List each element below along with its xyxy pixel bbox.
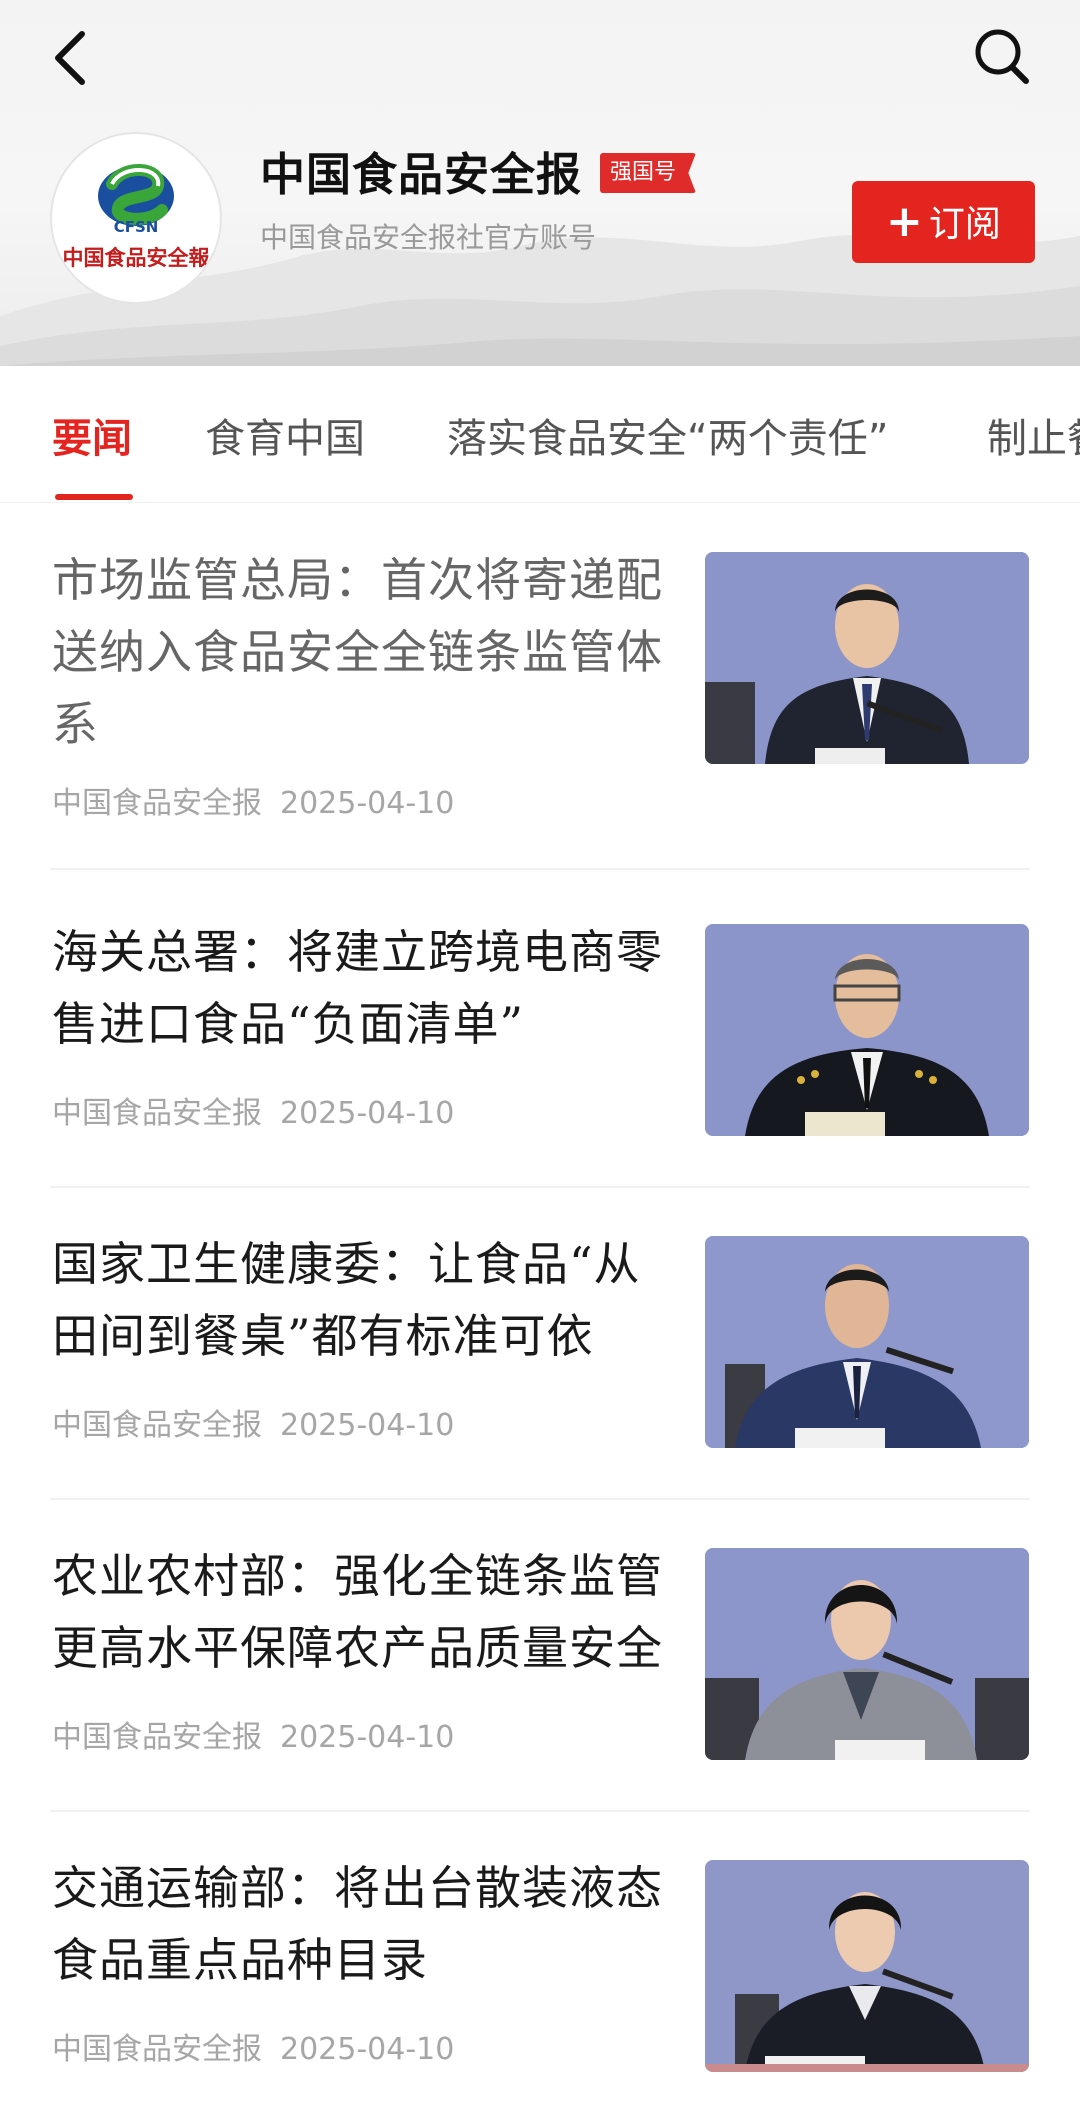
article-source: 中国食品安全报 xyxy=(52,786,262,821)
back-button[interactable] xyxy=(44,22,100,94)
account-name: 中国食品安全报 xyxy=(260,148,583,201)
article-date: 2025-04-10 xyxy=(280,1408,455,1443)
article-thumbnail xyxy=(705,552,1029,764)
plus-icon: + xyxy=(886,196,923,247)
press-conference-speaker-photo-icon xyxy=(705,552,1029,764)
article-title: 国家卫生健康委：让食品“从田间到餐桌”都有标准可依 xyxy=(52,1237,641,1363)
article-meta: 中国食品安全报 2025-04-10 xyxy=(52,1088,454,1132)
article-source: 中国食品安全报 xyxy=(52,1408,262,1443)
article-thumbnail xyxy=(705,924,1029,1136)
press-conference-speaker-photo-icon xyxy=(705,1548,1029,1760)
article-source: 中国食品安全报 xyxy=(52,1720,262,1755)
article-thumbnail xyxy=(705,1548,1029,1760)
press-conference-speaker-photo-icon xyxy=(705,1236,1029,1448)
article-divider xyxy=(50,1186,1030,1188)
tab-stop-waste[interactable]: 制止餐 xyxy=(987,406,1080,464)
tab-food-safety-responsibility[interactable]: 落实食品安全“两个责任” xyxy=(447,406,888,464)
article-item[interactable]: 国家卫生健康委：让食品“从田间到餐桌”都有标准可依 中国食品安全报 2025-04… xyxy=(0,1224,1080,1500)
article-item[interactable]: 交通运输部：将出台散装液态食品重点品种目录 中国食品安全报 2025-04-10 xyxy=(0,1848,1080,2128)
article-meta: 中国食品安全报 2025-04-10 xyxy=(52,778,454,822)
article-title: 交通运输部：将出台散装液态食品重点品种目录 xyxy=(52,1861,663,1987)
article-title: 市场监管总局：首次将寄递配送纳入食品安全全链条监管体系 xyxy=(52,553,663,751)
subscribe-button[interactable]: + 订阅 xyxy=(852,181,1035,263)
article-date: 2025-04-10 xyxy=(280,786,455,821)
account-logo[interactable]: CFSN 中国食品安全報 xyxy=(50,132,222,304)
article-source: 中国食品安全报 xyxy=(52,1096,262,1131)
article-item[interactable]: 农业农村部：强化全链条监管更高水平保障农产品质量安全 中国食品安全报 2025-0… xyxy=(0,1536,1080,1812)
article-item[interactable]: 海关总署：将建立跨境电商零售进口食品“负面清单” 中国食品安全报 2025-04-… xyxy=(0,912,1080,1188)
article-date: 2025-04-10 xyxy=(280,1096,455,1131)
subscribe-label: 订阅 xyxy=(928,204,1001,245)
search-icon xyxy=(975,29,1029,84)
article-title: 海关总署：将建立跨境电商零售进口食品“负面清单” xyxy=(52,925,663,1051)
article-meta: 中国食品安全报 2025-04-10 xyxy=(52,2024,454,2068)
article-thumbnail xyxy=(705,1860,1029,2072)
account-header: CFSN 中国食品安全報 中国食品安全报 强国号 中国食品安全报社官方账号 + 订… xyxy=(0,0,1080,366)
article-divider xyxy=(50,868,1030,870)
active-tab-indicator xyxy=(55,494,133,500)
category-tabs: 要闻 食育中国 落实食品安全“两个责任” 制止餐 xyxy=(0,366,1080,503)
article-divider xyxy=(50,1810,1030,1812)
logo-abbrev: CFSN xyxy=(113,218,159,236)
article-thumbnail xyxy=(705,1236,1029,1448)
article-divider xyxy=(50,1498,1030,1500)
article-meta: 中国食品安全报 2025-04-10 xyxy=(52,1712,454,1756)
article-date: 2025-04-10 xyxy=(280,2032,455,2067)
article-date: 2025-04-10 xyxy=(280,1720,455,1755)
customs-official-speaker-photo-icon xyxy=(705,924,1029,1136)
logo-caption: 中国食品安全報 xyxy=(62,245,210,270)
search-button[interactable] xyxy=(970,22,1034,90)
article-meta: 中国食品安全报 2025-04-10 xyxy=(52,1400,454,1444)
article-title: 农业农村部：强化全链条监管更高水平保障农产品质量安全 xyxy=(52,1549,663,1675)
qiangguo-badge: 强国号 xyxy=(600,153,697,193)
article-item[interactable]: 市场监管总局：首次将寄递配送纳入食品安全全链条监管体系 中国食品安全报 2025-… xyxy=(0,540,1080,870)
press-conference-speaker-photo-icon xyxy=(705,1860,1029,2072)
account-description: 中国食品安全报社官方账号 xyxy=(260,221,597,254)
article-source: 中国食品安全报 xyxy=(52,2032,262,2067)
tab-news[interactable]: 要闻 xyxy=(52,406,132,464)
chevron-left-icon xyxy=(55,31,85,85)
tab-food-education[interactable]: 食育中国 xyxy=(205,406,365,464)
